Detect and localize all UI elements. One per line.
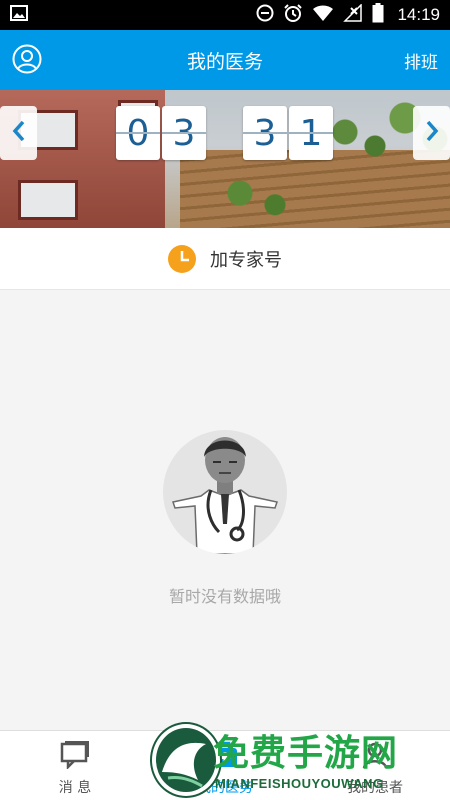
doctor-avatar [163,430,287,554]
image-icon [10,5,28,25]
nav-item-messages[interactable]: 消 息 [0,731,150,800]
empty-state: 暂时没有数据哦 [0,290,450,730]
wifi-icon [312,4,334,26]
banner-foliage-lower [210,170,310,228]
battery-icon [372,3,384,27]
user-profile-icon[interactable] [12,44,42,74]
message-icon [60,741,90,773]
month-digit-2: 3 [162,106,206,160]
day-digit-1: 3 [243,106,287,160]
chevron-left-icon [11,119,27,147]
do-not-disturb-icon [256,4,274,26]
alarm-icon [283,3,303,27]
nav-label-messages: 消 息 [58,780,92,796]
watermark-subtitle: MIANFEISHOUYOUWANG [215,776,384,791]
date-banner: 0 3 3 1 [0,90,450,228]
status-bar: 14:19 [0,0,450,30]
clock-icon [168,244,196,273]
watermark-logo [152,724,220,796]
watermark-title: 免费手游网 [213,733,399,774]
schedule-button[interactable]: 排班 [404,48,438,73]
status-time: 14:19 [397,5,440,24]
prev-date-button[interactable] [0,106,37,160]
add-expert-label: 加专家号 [210,249,282,271]
month-digit-1: 0 [116,106,160,160]
no-signal-icon [343,3,363,26]
page-title: 我的医务 [186,50,263,73]
next-date-button[interactable] [413,106,450,160]
empty-message: 暂时没有数据哦 [168,587,281,606]
app-bar: 我的医务 排班 [0,30,450,90]
chevron-right-icon [424,119,440,147]
day-digit-2: 1 [289,106,333,160]
add-expert-button[interactable]: 加专家号 [0,228,450,290]
